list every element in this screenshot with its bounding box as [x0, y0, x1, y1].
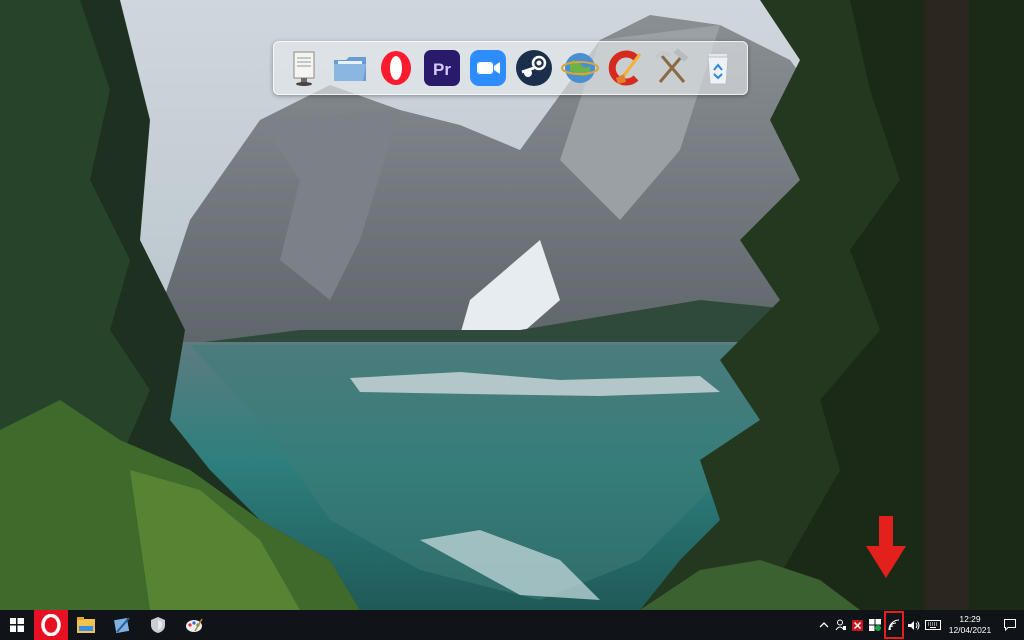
dock-item-premiere[interactable]: Pr	[421, 46, 463, 90]
tray-keyboard[interactable]	[922, 610, 944, 640]
pen-app-icon	[114, 617, 130, 634]
action-center-button[interactable]	[996, 610, 1024, 640]
start-button[interactable]	[0, 610, 34, 640]
dock-item-preview[interactable]	[283, 46, 325, 90]
ccleaner-icon	[608, 50, 641, 86]
clock-date: 12/04/2021	[948, 625, 992, 635]
tray-person[interactable]	[832, 610, 849, 640]
preview-icon	[293, 51, 314, 86]
dock-item-recycle-bin[interactable]	[697, 46, 739, 90]
system-tray: 12:29 12/04/2021	[815, 610, 1024, 640]
dock-item-opera[interactable]	[375, 46, 417, 90]
taskbar-item-file-explorer[interactable]	[68, 610, 104, 640]
dock-item-zoom[interactable]	[467, 46, 509, 90]
paint-palette-icon	[186, 618, 203, 632]
dock-item-globe[interactable]	[559, 46, 601, 90]
dock-item-steam[interactable]	[513, 46, 555, 90]
dock-item-tools[interactable]	[651, 46, 693, 90]
file-explorer-icon	[77, 617, 95, 633]
taskbar-item-opera-gx[interactable]	[34, 610, 68, 640]
defender-icon	[868, 619, 881, 631]
folder-files-icon	[333, 57, 366, 81]
chevron-up-icon	[819, 622, 828, 628]
tray-wifi[interactable]	[883, 610, 905, 640]
hammer-pick-icon	[654, 48, 688, 83]
red-x-icon	[852, 619, 863, 631]
recycle-bin-icon	[706, 54, 729, 85]
taskbar: 12:29 12/04/2021	[0, 610, 1024, 640]
tray-red-x[interactable]	[849, 610, 866, 640]
premiere-pro-icon: Pr	[423, 50, 460, 86]
globe-icon	[560, 53, 599, 83]
steam-icon	[515, 50, 552, 86]
keyboard-icon	[925, 620, 941, 630]
premiere-label: Pr	[433, 60, 451, 79]
taskbar-item-shield-app[interactable]	[140, 610, 176, 640]
zoom-icon	[469, 50, 506, 86]
dock-item-files[interactable]	[329, 46, 371, 90]
shield-icon	[151, 617, 165, 633]
wifi-icon	[888, 619, 900, 631]
dock-item-ccleaner[interactable]	[605, 46, 647, 90]
taskbar-item-paint-app[interactable]	[176, 610, 212, 640]
taskbar-item-edit-app[interactable]	[104, 610, 140, 640]
tray-defender[interactable]	[866, 610, 883, 640]
taskbar-clock[interactable]: 12:29 12/04/2021	[944, 610, 996, 640]
tray-volume[interactable]	[905, 610, 922, 640]
opera-icon	[41, 614, 61, 636]
tray-overflow-button[interactable]	[815, 610, 832, 640]
app-dock: Pr	[273, 41, 748, 95]
annotation-arrow	[866, 516, 906, 578]
volume-icon	[907, 620, 919, 630]
action-center-icon	[1004, 619, 1016, 631]
opera-icon	[380, 51, 411, 85]
person-icon	[835, 619, 846, 631]
clock-time: 12:29	[959, 614, 981, 624]
windows-icon	[10, 618, 24, 632]
